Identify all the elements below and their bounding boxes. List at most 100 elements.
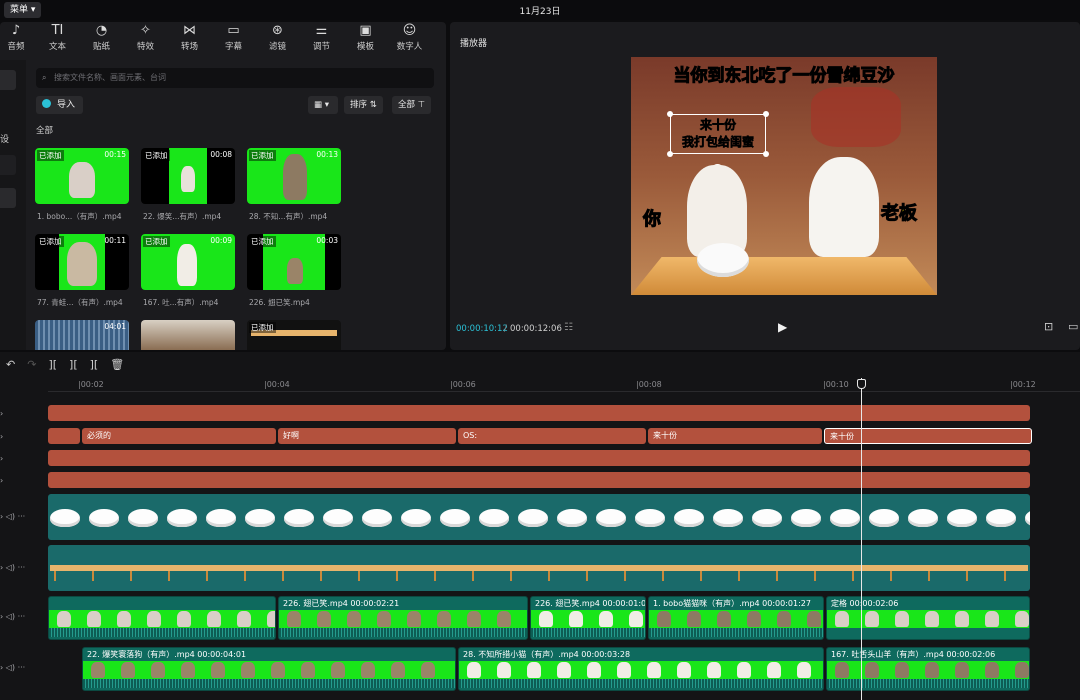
filter-all-button[interactable]: 全部 ⊤ (392, 96, 432, 114)
resize-handle[interactable] (667, 111, 673, 117)
dumpling-thumb (323, 509, 353, 527)
dumpling-thumb (674, 509, 704, 527)
dumpling-thumb (752, 509, 782, 527)
resize-handle[interactable] (763, 111, 769, 117)
video-clip[interactable]: 167. 吐舌头山羊（有声）.mp4 00:00:02:06 (826, 647, 1030, 691)
playhead-handle[interactable] (857, 379, 866, 389)
toolbar-transition[interactable]: ⋈ 转场 (171, 22, 208, 58)
media-thumbnail[interactable]: 已添加 00:13 (247, 148, 341, 204)
timeline-ruler[interactable]: |00:02 |00:04 |00:06 |00:08 |00:10 |00:1… (48, 378, 1080, 392)
media-thumbnail[interactable]: 已添加 (247, 320, 341, 350)
more-icon[interactable]: ··· (18, 563, 26, 572)
overlay-track: › ◁) ··· (0, 545, 1080, 591)
toolbar-effects[interactable]: ✧ 特效 (127, 22, 164, 58)
video-clip[interactable]: 定格 00:00:02:06 (826, 596, 1030, 640)
clip-frame-figure (287, 611, 301, 627)
mute-icon[interactable]: ◁) (6, 512, 15, 521)
text-clip[interactable]: 必须的 (82, 428, 276, 444)
track-eye-icon[interactable]: › (0, 450, 48, 468)
track-controls: › ◁) ··· (0, 494, 48, 540)
text-clip[interactable] (48, 472, 1030, 488)
video-clip[interactable]: 226. 翅已笑.mp4 00:00:01:08 (530, 596, 646, 640)
view-toggle-button[interactable]: ▦ ▾ (308, 96, 338, 114)
video-clip[interactable]: 226. 翅已笑.mp4 00:00:02:21 (278, 596, 528, 640)
clip-frame-figure (747, 611, 761, 627)
more-icon[interactable]: ··· (18, 612, 26, 621)
track-eye-icon[interactable]: › (0, 472, 48, 490)
video-clip[interactable] (48, 596, 276, 640)
delete-icon[interactable]: 🗑 (110, 358, 124, 372)
clip-frame-figure (777, 611, 791, 627)
track-eye-icon[interactable]: › (0, 405, 48, 423)
video-clip[interactable]: 28. 不知所措小猫（有声）.mp4 00:00:03:28 (458, 647, 824, 691)
table-leg (662, 571, 664, 581)
track-eye-icon[interactable]: › (0, 428, 48, 446)
media-thumbnail[interactable]: 已添加 00:03 (247, 234, 341, 290)
media-thumbnail[interactable]: 04:01 (35, 320, 129, 350)
toolbar-template[interactable]: ▣ 模板 (347, 22, 384, 58)
text-clip[interactable]: 好啊 (278, 428, 456, 444)
mute-icon[interactable]: ◁) (6, 563, 15, 572)
selected-text-clip[interactable]: 来十份 (824, 428, 1032, 444)
mute-icon[interactable]: ◁) (6, 612, 15, 621)
sidebar-item[interactable] (0, 188, 16, 208)
thumbnail-caption: 28. 不知...有声）.mp4 (249, 212, 328, 221)
text-clip[interactable]: OS: (458, 428, 646, 444)
sidebar-item[interactable] (0, 155, 16, 175)
video-preview[interactable]: 当你到东北吃了一份雪绵豆沙 来十份 我打包给闺蜜 ⟳ 你 老板 (631, 57, 937, 295)
text-clip[interactable] (48, 450, 1030, 466)
media-thumbnail[interactable] (141, 320, 235, 350)
toolbar-subtitle[interactable]: ▭ 字幕 (215, 22, 252, 58)
table-clip[interactable] (48, 545, 1030, 591)
search-input[interactable]: ⌕ 搜索文件名称、画面元素、台词 (36, 68, 434, 88)
toolbar-adjust[interactable]: ⚌ 调节 (303, 22, 340, 58)
clip-frame-figure (1015, 611, 1029, 627)
dumpling-thumb (713, 509, 743, 527)
toolbar-filter[interactable]: ⊛ 滤镜 (259, 22, 296, 58)
goat-figure (177, 244, 197, 286)
clip-frame-figure (527, 611, 528, 627)
more-icon[interactable]: ··· (18, 512, 26, 521)
clip-frame-figure (527, 662, 541, 678)
resize-handle[interactable] (763, 151, 769, 157)
screenshot-icon[interactable]: ⊡ (1044, 320, 1053, 333)
media-thumbnail[interactable]: 已添加 00:08 (141, 148, 235, 204)
toolbar-audio[interactable]: ♪ 音频 (0, 22, 32, 58)
toolbar-digital-human[interactable]: ☺ 数字人 (391, 22, 428, 58)
media-thumbnail[interactable]: 已添加 00:11 (35, 234, 129, 290)
redo-icon[interactable]: ↷ (27, 358, 36, 372)
clip-frame-figure (707, 662, 721, 678)
section-label: 全部 (36, 126, 54, 136)
trim-left-icon[interactable]: ][ (69, 358, 78, 372)
clip-frame-figure (301, 662, 315, 678)
selected-text-box[interactable]: 来十份 我打包给闺蜜 (670, 114, 766, 154)
ratio-icon[interactable]: ▭ (1068, 320, 1078, 333)
resize-handle[interactable] (667, 151, 673, 157)
dumpling-thumb (1025, 509, 1030, 527)
dumpling-clip[interactable] (48, 494, 1030, 540)
play-icon[interactable]: ▶ (778, 320, 787, 334)
timecode-icon[interactable]: ☷ (564, 322, 573, 333)
import-button[interactable]: 导入 (36, 96, 84, 114)
transition-icon: ⋈ (183, 23, 196, 38)
text-clip[interactable] (48, 428, 80, 444)
text-clip[interactable]: 来十份 (648, 428, 822, 444)
mute-icon[interactable]: ◁) (6, 663, 15, 672)
text-clip[interactable] (48, 405, 1030, 421)
media-thumbnail[interactable]: 已添加 00:09 (141, 234, 235, 290)
playhead[interactable] (861, 378, 862, 700)
table-leg (472, 571, 474, 581)
undo-icon[interactable]: ↶ (6, 358, 15, 372)
trim-right-icon[interactable]: ][ (90, 358, 99, 372)
split-icon[interactable]: ][ (48, 358, 57, 372)
sidebar-item[interactable] (0, 70, 16, 90)
video-clip[interactable]: 22. 爆笑寰落狗（有声）.mp4 00:00:04:01 (82, 647, 456, 691)
table-leg (320, 571, 322, 581)
video-clip[interactable]: 1. bobo猫猫咪（有声）.mp4 00:00:01:27 (648, 596, 824, 640)
toolbar-sticker[interactable]: ◔ 贴纸 (83, 22, 120, 58)
media-thumbnail[interactable]: 已添加 00:15 (35, 148, 129, 204)
sort-button[interactable]: 排序 ⇅ (344, 96, 383, 114)
text-track: › 必须的 好啊 OS: 来十份 来十份 (0, 428, 1080, 446)
toolbar-text[interactable]: TI 文本 (39, 22, 76, 58)
more-icon[interactable]: ··· (18, 663, 26, 672)
